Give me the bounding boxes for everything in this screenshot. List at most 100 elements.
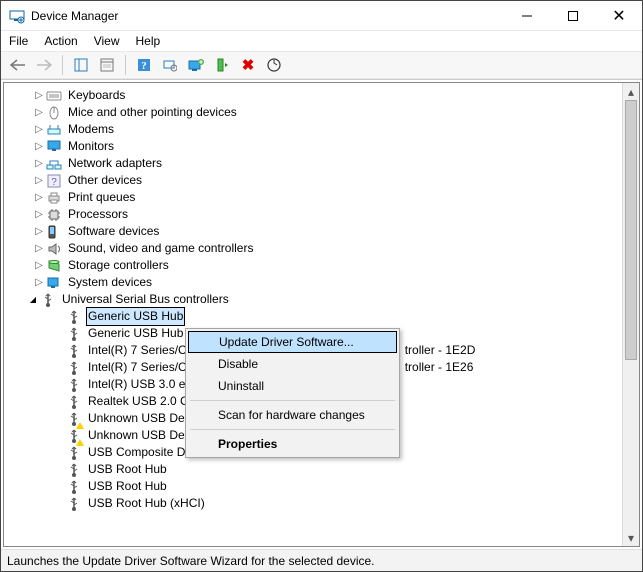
cpu-icon (46, 207, 62, 223)
chevron-right-icon[interactable]: ▷ (32, 172, 46, 189)
tree-label: Modems (66, 121, 116, 138)
update-driver-button[interactable] (185, 54, 207, 76)
scroll-down-icon[interactable]: ▾ (623, 529, 639, 546)
context-menu-item[interactable]: Disable (188, 353, 397, 375)
chevron-right-icon[interactable]: ▷ (32, 138, 46, 155)
chevron-right-icon[interactable]: ▷ (32, 155, 46, 172)
forward-button[interactable] (33, 54, 55, 76)
tree-label: Unknown USB De (86, 410, 187, 427)
usb-icon (66, 343, 82, 359)
context-menu-item[interactable]: Update Driver Software... (188, 331, 397, 353)
show-hide-console-button[interactable] (70, 54, 92, 76)
tree-category[interactable]: ▷ Mice and other pointing devices (4, 104, 639, 121)
maximize-button[interactable] (550, 1, 596, 30)
tree-label: Network adapters (66, 155, 164, 172)
chevron-right-icon[interactable]: ▷ (32, 104, 46, 121)
usb-icon (66, 411, 82, 427)
menu-separator (190, 429, 395, 430)
help-button[interactable]: ? (133, 54, 155, 76)
disable-button[interactable] (263, 54, 285, 76)
separator (62, 55, 63, 75)
chevron-right-icon[interactable]: ▷ (32, 121, 46, 138)
usb-icon (66, 309, 82, 325)
network-icon (46, 156, 62, 172)
chevron-right-icon[interactable]: ▷ (32, 189, 46, 206)
tree-category[interactable]: ▷ Modems (4, 121, 639, 138)
uninstall-button[interactable]: ✖ (237, 54, 259, 76)
tree-label-suffix: troller - 1E2D (405, 342, 476, 359)
window-controls: ✕ (504, 1, 642, 30)
titlebar[interactable]: Device Manager ✕ (1, 1, 642, 31)
tree-label: Unknown USB De (86, 427, 187, 444)
tree-label: Processors (66, 206, 130, 223)
tree-category[interactable]: ▷Sound, video and game controllers (4, 240, 639, 257)
mouse-icon (46, 105, 62, 121)
chevron-right-icon[interactable]: ▷ (32, 206, 46, 223)
tree-label: USB Root Hub (xHCI) (86, 495, 207, 512)
scrollbar-vertical[interactable]: ▴ ▾ (622, 83, 639, 546)
context-menu-item[interactable]: Properties (188, 433, 397, 455)
tree-label: Monitors (66, 138, 116, 155)
tree-category[interactable]: ▷Print queues (4, 189, 639, 206)
tree-category[interactable]: ▷ System devices (4, 274, 639, 291)
tree-category[interactable]: ▷Keyboards (4, 87, 639, 104)
toolbar: ? ✖ (1, 51, 642, 79)
tree-label-suffix: troller - 1E26 (405, 359, 474, 376)
status-bar: Launches the Update Driver Software Wiza… (1, 549, 642, 571)
separator (125, 55, 126, 75)
scan-hardware-button[interactable] (159, 54, 181, 76)
usb-icon (66, 377, 82, 393)
back-button[interactable] (7, 54, 29, 76)
other-icon: ? (46, 173, 62, 189)
scroll-up-icon[interactable]: ▴ (623, 83, 639, 100)
tree-category[interactable]: ▷ Storage controllers (4, 257, 639, 274)
menu-file[interactable]: File (9, 34, 28, 48)
chevron-right-icon[interactable]: ▷ (32, 240, 46, 257)
print-icon (46, 190, 62, 206)
device-tree[interactable]: ▷Keyboards▷Mice and other pointing devic… (3, 82, 640, 547)
tree-label: System devices (66, 274, 154, 291)
usb-icon (66, 496, 82, 512)
context-menu-item[interactable]: Uninstall (188, 375, 397, 397)
chevron-right-icon[interactable]: ▷ (32, 274, 46, 291)
tree-category[interactable]: ▷?Other devices (4, 172, 639, 189)
tree-category[interactable]: ▷ Monitors (4, 138, 639, 155)
system-icon (46, 275, 62, 291)
usb-icon (66, 479, 82, 495)
tree-category[interactable]: ▷Software devices (4, 223, 639, 240)
chevron-down-icon[interactable]: ◢ (26, 291, 40, 308)
tree-label: Mice and other pointing devices (66, 104, 239, 121)
tree-category-expanded[interactable]: ◢Universal Serial Bus controllers (4, 291, 639, 308)
chevron-right-icon[interactable]: ▷ (32, 87, 46, 104)
context-menu-item[interactable]: Scan for hardware changes (188, 404, 397, 426)
tree-label: Generic USB Hub (86, 307, 185, 326)
sound-icon (46, 241, 62, 257)
menu-action[interactable]: Action (44, 34, 77, 48)
chevron-right-icon[interactable]: ▷ (32, 257, 46, 274)
menu-help[interactable]: Help (136, 34, 161, 48)
tree-label: Generic USB Hub (86, 325, 185, 342)
close-button[interactable]: ✕ (596, 1, 642, 30)
menu-view[interactable]: View (94, 34, 120, 48)
storage-icon (46, 258, 62, 274)
usb-icon (66, 445, 82, 461)
context-menu: Update Driver Software...DisableUninstal… (185, 328, 400, 458)
usb-icon (66, 394, 82, 410)
tree-category[interactable]: ▷ Network adapters (4, 155, 639, 172)
tree-device[interactable]: USB Root Hub (4, 461, 639, 478)
modem-icon (46, 122, 62, 138)
svg-text:?: ? (51, 177, 57, 188)
minimize-button[interactable] (504, 1, 550, 30)
menubar: File Action View Help (1, 31, 642, 51)
tree-device[interactable]: Generic USB Hub (4, 308, 639, 325)
tree-device[interactable]: USB Root Hub (4, 478, 639, 495)
tree-label: Storage controllers (66, 257, 171, 274)
properties-button[interactable] (96, 54, 118, 76)
chevron-right-icon[interactable]: ▷ (32, 223, 46, 240)
software-icon (46, 224, 62, 240)
keyboard-icon (46, 88, 62, 104)
enable-button[interactable] (211, 54, 233, 76)
tree-category[interactable]: ▷ Processors (4, 206, 639, 223)
tree-device[interactable]: USB Root Hub (xHCI) (4, 495, 639, 512)
scroll-thumb[interactable] (625, 100, 637, 360)
